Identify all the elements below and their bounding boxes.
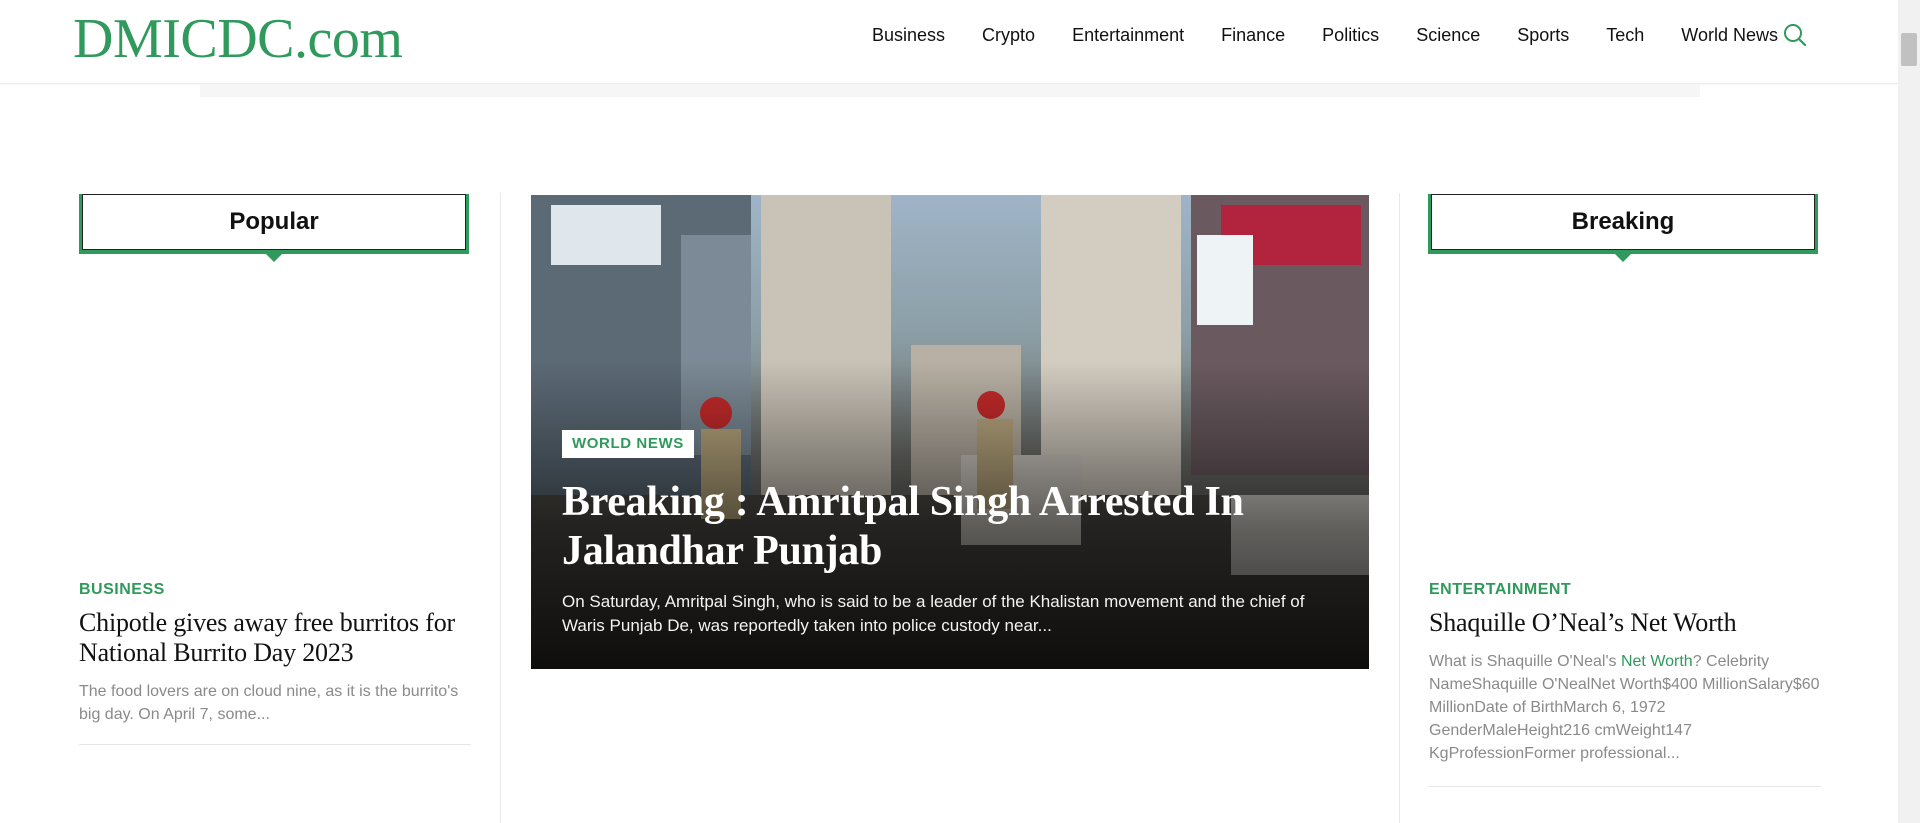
nav-item-tech[interactable]: Tech — [1606, 25, 1644, 46]
site-header: DMICDC.com Business Crypto Entertainment… — [0, 0, 1898, 84]
article-separator — [79, 744, 471, 745]
heading-box: Popular — [82, 194, 466, 250]
heading-pointer-icon — [266, 254, 282, 262]
popular-heading-label: Popular — [229, 208, 319, 235]
nav-item-sports[interactable]: Sports — [1517, 25, 1569, 46]
breaking-article-card: ENTERTAINMENT Shaquille O’Neal’s Net Wor… — [1429, 581, 1821, 765]
featured-title[interactable]: Breaking : Amritpal Singh Arrested In Ja… — [562, 478, 1342, 576]
main-nav: Business Crypto Entertainment Finance Po… — [835, 0, 1778, 70]
heading-box: Breaking — [1431, 194, 1815, 250]
nav-item-science[interactable]: Science — [1416, 25, 1480, 46]
popular-article-card: BUSINESS Chipotle gives away free burrit… — [79, 581, 471, 726]
article-category[interactable]: BUSINESS — [79, 581, 471, 599]
nav-item-business[interactable]: Business — [872, 25, 945, 46]
article-title[interactable]: Chipotle gives away free burritos for Na… — [79, 608, 471, 668]
site-logo[interactable]: DMICDC.com — [73, 4, 403, 74]
article-separator — [1429, 786, 1821, 787]
nav-item-world-news[interactable]: World News — [1681, 25, 1778, 46]
featured-category-tag[interactable]: WORLD NEWS — [562, 430, 694, 458]
column-divider — [1399, 193, 1400, 823]
heading-pointer-icon — [1615, 254, 1631, 262]
nav-item-politics[interactable]: Politics — [1322, 25, 1379, 46]
featured-excerpt: On Saturday, Amritpal Singh, who is said… — [562, 592, 1305, 635]
nav-item-crypto[interactable]: Crypto — [982, 25, 1035, 46]
article-excerpt: The food lovers are on cloud nine, as it… — [79, 683, 459, 723]
article-excerpt: What is Shaquille O'Neal's Net Worth? Ce… — [1429, 650, 1821, 765]
scrollbar-thumb[interactable] — [1901, 33, 1917, 66]
excerpt-text: What is Shaquille O'Neal's — [1429, 653, 1621, 670]
search-icon[interactable] — [1782, 22, 1808, 48]
column-divider — [500, 193, 501, 823]
page-scrollbar[interactable] — [1898, 0, 1920, 823]
popular-section-heading: Popular — [79, 194, 469, 262]
nav-item-entertainment[interactable]: Entertainment — [1072, 25, 1184, 46]
breaking-section-heading: Breaking — [1428, 194, 1818, 262]
ad-placeholder — [200, 84, 1700, 97]
nav-item-finance[interactable]: Finance — [1221, 25, 1285, 46]
article-title[interactable]: Shaquille O’Neal’s Net Worth — [1429, 608, 1821, 638]
net-worth-link[interactable]: Net Worth — [1621, 653, 1693, 670]
breaking-heading-label: Breaking — [1571, 208, 1675, 235]
featured-article[interactable]: WORLD NEWS Breaking : Amritpal Singh Arr… — [531, 195, 1369, 669]
article-category[interactable]: ENTERTAINMENT — [1429, 581, 1821, 599]
